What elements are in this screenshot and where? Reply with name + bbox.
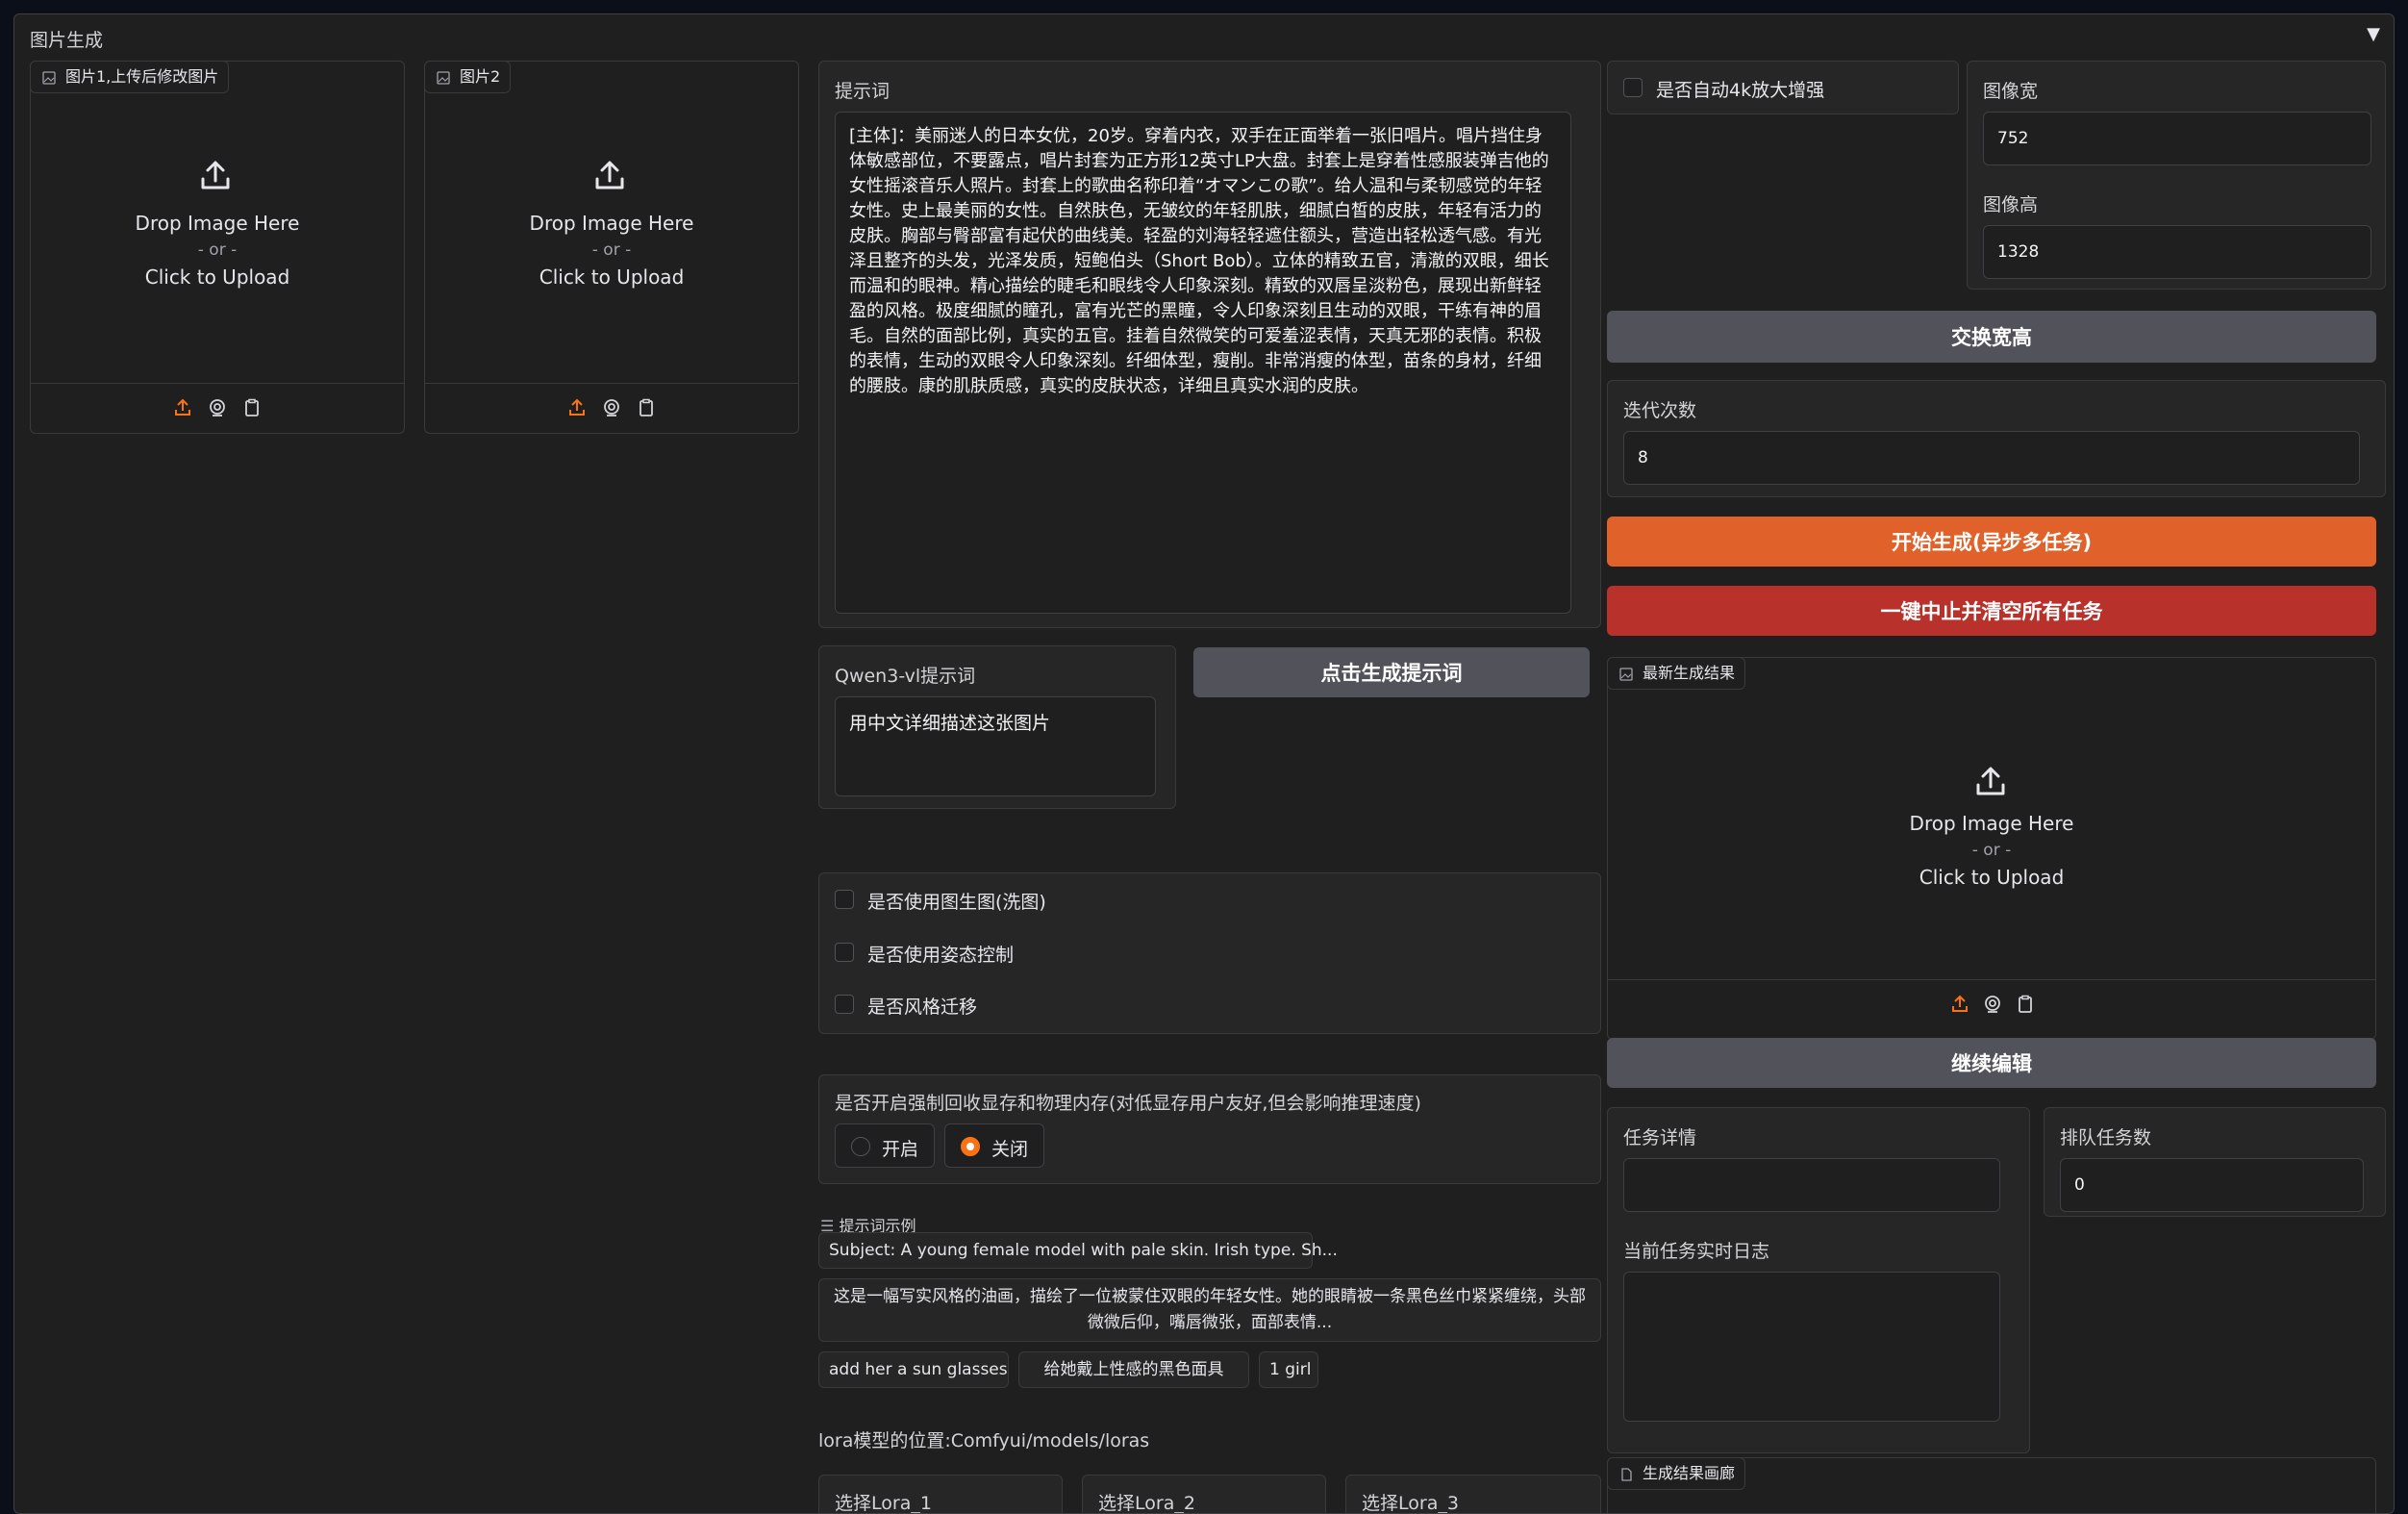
queue-block: 排队任务数 0: [2044, 1107, 2386, 1217]
latest-result-label: 最新生成结果: [1607, 657, 1746, 690]
iterations-input[interactable]: 8: [1623, 431, 2360, 485]
width-label: 图像宽: [1983, 81, 2039, 102]
qwen-textarea[interactable]: 用中文详细描述这张图片: [835, 696, 1156, 796]
memory-block: 是否开启强制回收显存和物理内存(对低显存用户友好,但会影响推理速度) 开启 关闭: [818, 1074, 1601, 1184]
clipboard-icon[interactable]: [637, 398, 656, 421]
latest-result-dropzone-text[interactable]: Drop Image Here - or - Click to Upload: [1608, 812, 2375, 889]
task-log-label: 当前任务实时日志: [1623, 1241, 1770, 1262]
upscale-checkbox[interactable]: [1623, 78, 1643, 97]
image2-upload[interactable]: 图片2 Drop Image Here - or - Click to Uplo…: [424, 61, 799, 434]
lora2-block: 选择Lora_2: [1082, 1475, 1326, 1514]
queue-count-field[interactable]: 0: [2060, 1158, 2364, 1212]
style-label: 是否风格迁移: [867, 997, 978, 1018]
style-checkbox[interactable]: [835, 995, 854, 1014]
upload-icon: [592, 158, 627, 196]
start-generate-button[interactable]: 开始生成(异步多任务): [1607, 517, 2376, 567]
latest-result-toolbar: [1608, 979, 2375, 1029]
queue-label: 排队任务数: [2060, 1127, 2152, 1148]
lora1-label: 选择Lora_1: [835, 1493, 932, 1514]
stop-all-button[interactable]: 一键中止并清空所有任务: [1607, 586, 2376, 636]
webcam-icon[interactable]: [208, 398, 227, 421]
upscale-block: 是否自动4k放大增强: [1607, 61, 1959, 114]
webcam-icon[interactable]: [1983, 995, 2002, 1018]
prompt-textarea[interactable]: [主体]：美丽迷人的日本女优，20岁。穿着内衣，双手在正面举着一张旧唱片。唱片挡…: [835, 112, 1571, 614]
task-log-field[interactable]: [1623, 1272, 2000, 1422]
memory-on-option[interactable]: 开启: [835, 1123, 935, 1168]
prompt-block: 提示词 [主体]：美丽迷人的日本女优，20岁。穿着内衣，双手在正面举着一张旧唱片…: [818, 61, 1601, 628]
upload-icon[interactable]: [173, 398, 192, 421]
upload-icon[interactable]: [567, 398, 587, 421]
image2-label: 图片2: [424, 61, 512, 93]
image-icon: [42, 71, 56, 85]
radio-dot-selected[interactable]: [961, 1137, 980, 1156]
qwen-block: Qwen3-vl提示词 用中文详细描述这张图片: [818, 645, 1176, 809]
lora2-label: 选择Lora_2: [1098, 1493, 1195, 1514]
width-input[interactable]: 752: [1983, 112, 2371, 165]
image-icon: [437, 71, 450, 85]
gallery-label: 生成结果画廊: [1607, 1457, 1746, 1490]
prompt-label: 提示词: [835, 81, 890, 102]
task-detail-field[interactable]: [1623, 1158, 2000, 1212]
upload-icon: [198, 158, 233, 196]
upload-icon[interactable]: [1950, 995, 1969, 1018]
lora3-block: 选择Lora_3: [1345, 1475, 1601, 1514]
gallery-panel: 生成结果画廊: [1607, 1457, 2376, 1513]
pose-checkbox[interactable]: [835, 943, 854, 962]
memory-off-option[interactable]: 关闭: [944, 1123, 1044, 1168]
lora-path-label: lora模型的位置:Comfyui/models/loras: [818, 1430, 1150, 1451]
example-item[interactable]: 1 girl: [1259, 1351, 1318, 1388]
radio-dot[interactable]: [851, 1137, 870, 1156]
gallery-icon: [1621, 1468, 1632, 1481]
task-detail-label: 任务详情: [1623, 1127, 1697, 1148]
latest-result-upload[interactable]: 最新生成结果 Drop Image Here - or - Click to U…: [1607, 657, 2376, 1040]
upscale-label: 是否自动4k放大增强: [1656, 80, 1825, 101]
accordion-title: 图片生成: [30, 30, 104, 51]
generate-prompt-button[interactable]: 点击生成提示词: [1193, 647, 1590, 697]
example-item[interactable]: 这是一幅写实风格的油画，描绘了一位被蒙住双眼的年轻女性。她的眼睛被一条黑色丝巾紧…: [818, 1278, 1601, 1342]
height-label: 图像高: [1983, 194, 2039, 215]
iterations-label: 迭代次数: [1623, 400, 1697, 421]
image1-toolbar: [31, 383, 404, 433]
image2-dropzone-text[interactable]: Drop Image Here - or - Click to Upload: [425, 212, 798, 289]
clipboard-icon[interactable]: [2016, 995, 2035, 1018]
pose-label: 是否使用姿态控制: [867, 945, 1015, 966]
image-generation-accordion: 图片生成 ▼ 图片1,上传后修改图片 Drop Image Here - or …: [13, 13, 2395, 1514]
image2-toolbar: [425, 383, 798, 433]
example-item[interactable]: Subject: A young female model with pale …: [818, 1232, 1338, 1269]
task-block: 任务详情 当前任务实时日志: [1607, 1107, 2030, 1453]
swap-size-button[interactable]: 交换宽高: [1607, 311, 2376, 363]
options-block: 是否使用图生图(洗图) 是否使用姿态控制 是否风格迁移: [818, 872, 1601, 1034]
accordion-toggle-icon[interactable]: ▼: [2367, 24, 2380, 44]
img2img-checkbox[interactable]: [835, 890, 854, 909]
image-icon: [1619, 668, 1633, 681]
height-input[interactable]: 1328: [1983, 225, 2371, 279]
memory-label: 是否开启强制回收显存和物理内存(对低显存用户友好,但会影响推理速度): [835, 1093, 1421, 1114]
upload-icon: [1973, 764, 2008, 802]
image1-label: 图片1,上传后修改图片: [30, 61, 230, 93]
example-item[interactable]: 给她戴上性感的黑色面具: [1018, 1351, 1249, 1388]
continue-edit-button[interactable]: 继续编辑: [1607, 1038, 2376, 1088]
iterations-block: 迭代次数 8: [1607, 380, 2386, 497]
image1-dropzone-text[interactable]: Drop Image Here - or - Click to Upload: [31, 212, 404, 289]
lora3-label: 选择Lora_3: [1362, 1493, 1459, 1514]
webcam-icon[interactable]: [602, 398, 621, 421]
lora1-block: 选择Lora_1: [818, 1475, 1063, 1514]
size-block: 图像宽 752 图像高 1328: [1967, 61, 2386, 290]
example-item[interactable]: add her a sun glasses: [818, 1351, 1009, 1388]
image1-upload[interactable]: 图片1,上传后修改图片 Drop Image Here - or - Click…: [30, 61, 405, 434]
img2img-label: 是否使用图生图(洗图): [867, 892, 1046, 913]
qwen-label: Qwen3-vl提示词: [835, 666, 976, 687]
clipboard-icon[interactable]: [242, 398, 262, 421]
